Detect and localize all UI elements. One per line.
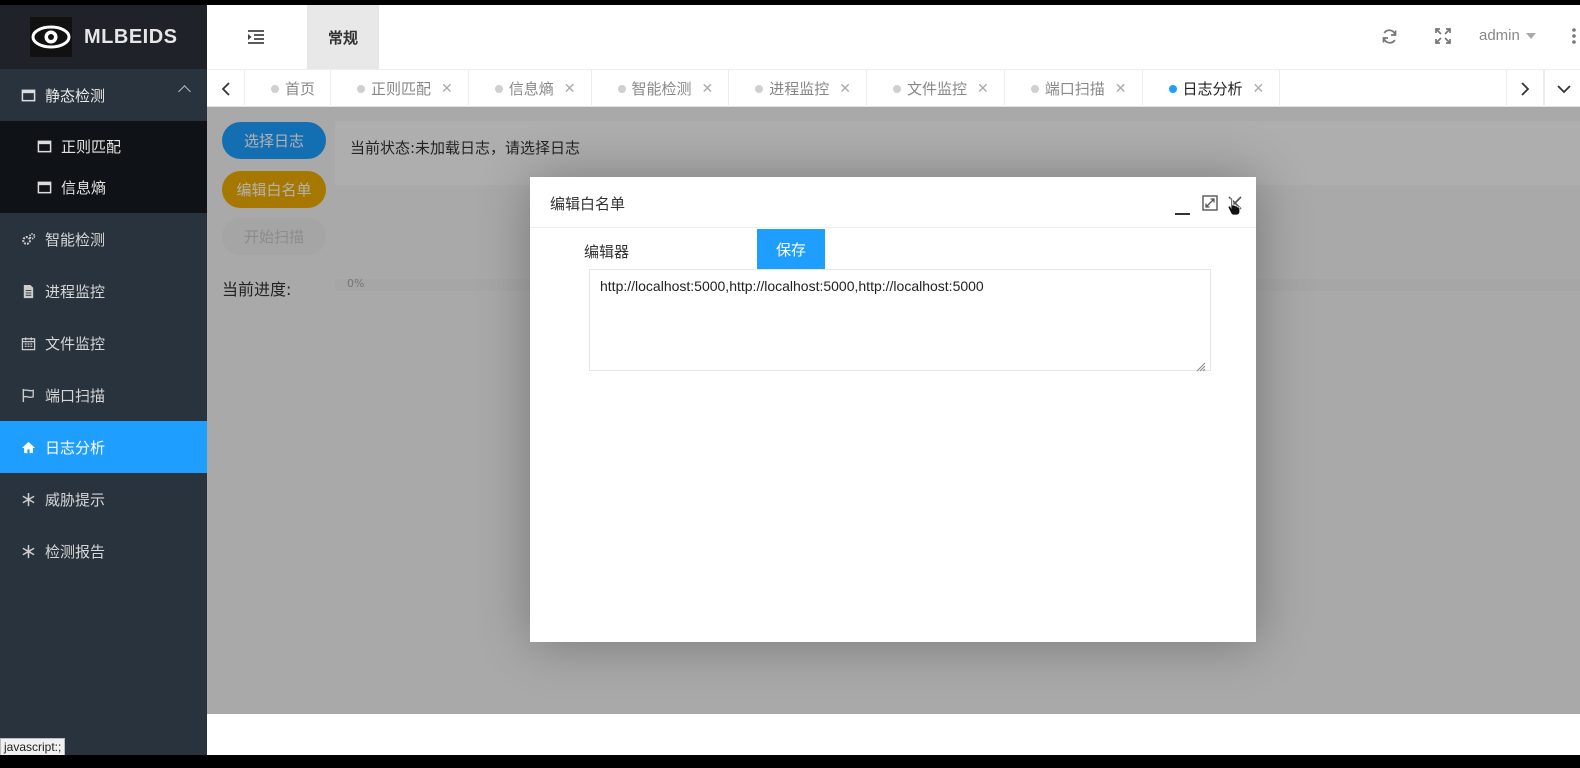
sidebar-item-label: 威胁提示 xyxy=(45,490,106,509)
whitelist-textarea[interactable]: http://localhost:5000,http://localhost:5… xyxy=(589,269,1211,371)
calendar-icon xyxy=(20,335,36,351)
tab-label: 端口扫描 xyxy=(1044,80,1105,98)
close-icon[interactable]: ✕ xyxy=(702,81,714,97)
eye-icon xyxy=(30,17,72,57)
tab-label: 正则匹配 xyxy=(371,80,432,98)
editor-label: 编辑器 xyxy=(584,243,630,261)
sidebar-item-detect-report[interactable]: 检测报告 xyxy=(0,525,207,577)
sidebar-item-process-monitor[interactable]: 进程监控 xyxy=(0,265,207,317)
snowflake-icon xyxy=(20,543,36,559)
window-icon xyxy=(20,87,36,103)
resize-grip-icon[interactable] xyxy=(1196,357,1206,376)
user-menu[interactable]: admin xyxy=(1479,27,1536,44)
tab-label: 首页 xyxy=(285,80,316,98)
gears-icon xyxy=(20,231,36,247)
close-icon[interactable]: ✕ xyxy=(977,81,989,97)
tab-process-monitor[interactable]: 进程监控 ✕ xyxy=(729,70,868,107)
close-icon[interactable]: ✕ xyxy=(1253,81,1265,97)
tab-dot xyxy=(494,85,503,93)
refresh-icon[interactable] xyxy=(1381,28,1398,49)
header-tab-general[interactable]: 常规 xyxy=(307,5,379,69)
whitelist-modal: 编辑白名单 编辑器 保存 http://localhost:5000,http:… xyxy=(530,177,1256,642)
tab-dot xyxy=(617,85,626,93)
tab-entropy[interactable]: 信息熵 ✕ xyxy=(469,70,592,107)
more-vertical-icon[interactable] xyxy=(1571,27,1577,49)
app-frame: MLBEIDS 静态检测 正则匹配 信息熵 智能检测 进程监控 文件监控 端口扫… xyxy=(0,5,1580,755)
sidebar-item-label: 日志分析 xyxy=(45,438,106,457)
tabs-prev-button[interactable] xyxy=(207,70,245,107)
save-button[interactable]: 保存 xyxy=(757,229,825,269)
sidebar-item-log-analysis[interactable]: 日志分析 xyxy=(0,421,207,473)
sidebar-item-label: 信息熵 xyxy=(61,179,107,197)
sidebar-submenu: 正则匹配 信息熵 xyxy=(0,121,207,213)
sidebar: MLBEIDS 静态检测 正则匹配 信息熵 智能检测 进程监控 文件监控 端口扫… xyxy=(0,5,207,755)
tab-dot xyxy=(1030,85,1039,93)
document-icon xyxy=(20,283,36,299)
close-icon[interactable]: ✕ xyxy=(1115,81,1127,97)
caret-down-icon xyxy=(1525,33,1536,40)
tab-log-analysis[interactable]: 日志分析 ✕ xyxy=(1143,70,1281,107)
sidebar-item-label: 正则匹配 xyxy=(61,138,122,156)
hand-cursor-icon xyxy=(1227,196,1241,220)
sidebar-item-regex[interactable]: 正则匹配 xyxy=(0,126,207,167)
tab-smart-detect[interactable]: 智能检测 ✕ xyxy=(592,70,730,107)
browser-status-bar: javascript:; xyxy=(0,738,66,755)
tab-dot xyxy=(1168,85,1177,93)
tab-dot xyxy=(755,85,764,93)
minimize-icon[interactable] xyxy=(1175,201,1190,220)
sidebar-item-entropy[interactable]: 信息熵 xyxy=(0,167,207,208)
tabs-dropdown-button[interactable] xyxy=(1544,70,1580,107)
tab-regex[interactable]: 正则匹配 ✕ xyxy=(331,70,469,107)
tab-home[interactable]: 首页 xyxy=(245,70,332,107)
tab-list: 首页 正则匹配 ✕ 信息熵 ✕ 智能检测 ✕ 进程监控 ✕ 文件监控 ✕ 端口扫描 ✕ 日志… xyxy=(245,70,1281,107)
tab-label: 日志分析 xyxy=(1182,80,1243,98)
user-name: admin xyxy=(1479,27,1520,44)
sidebar-item-threat-alert[interactable]: 威胁提示 xyxy=(0,473,207,525)
window-icon xyxy=(36,139,52,155)
sidebar-item-smart-detect[interactable]: 智能检测 xyxy=(0,213,207,265)
sidebar-item-label: 检测报告 xyxy=(45,542,106,561)
sidebar-group-static[interactable]: 静态检测 xyxy=(0,69,207,121)
sidebar-item-file-monitor[interactable]: 文件监控 xyxy=(0,317,207,369)
close-icon[interactable]: ✕ xyxy=(839,81,851,97)
sidebar-item-label: 端口扫描 xyxy=(45,386,106,405)
menu-toggle-icon[interactable] xyxy=(247,29,265,49)
modal-title: 编辑白名单 xyxy=(550,195,626,213)
footer xyxy=(207,714,1580,755)
tab-dot xyxy=(893,85,902,93)
window-icon xyxy=(36,180,52,196)
sidebar-item-label: 文件监控 xyxy=(45,334,106,353)
logo[interactable]: MLBEIDS xyxy=(0,5,207,69)
flag-icon xyxy=(20,387,36,403)
close-icon[interactable]: ✕ xyxy=(441,81,453,97)
tab-label: 智能检测 xyxy=(631,80,692,98)
tab-dot xyxy=(357,85,366,93)
maximize-icon[interactable] xyxy=(1202,195,1218,215)
fullscreen-icon[interactable] xyxy=(1435,28,1451,48)
tab-label: 信息熵 xyxy=(508,80,554,98)
tab-label: 文件监控 xyxy=(907,80,968,98)
modal-header[interactable]: 编辑白名单 xyxy=(530,177,1256,228)
close-icon[interactable]: ✕ xyxy=(564,81,576,97)
tabs-next-button[interactable] xyxy=(1506,70,1544,107)
home-icon xyxy=(20,439,36,455)
logo-text: MLBEIDS xyxy=(84,25,178,48)
tab-label: 进程监控 xyxy=(769,80,830,98)
chevron-up-icon xyxy=(178,85,191,98)
top-header: 常规 admin xyxy=(207,5,1580,69)
snowflake-icon xyxy=(20,491,36,507)
tabs-bar: 首页 正则匹配 ✕ 信息熵 ✕ 智能检测 ✕ 进程监控 ✕ 文件监控 ✕ 端口扫描 ✕ 日志… xyxy=(207,69,1580,107)
tab-dot xyxy=(271,85,279,93)
sidebar-item-port-scan[interactable]: 端口扫描 xyxy=(0,369,207,421)
tab-file-monitor[interactable]: 文件监控 ✕ xyxy=(867,70,1005,107)
sidebar-item-label: 进程监控 xyxy=(45,282,106,301)
sidebar-item-label: 智能检测 xyxy=(45,230,106,249)
sidebar-group-label: 静态检测 xyxy=(45,86,106,105)
tab-port-scan[interactable]: 端口扫描 ✕ xyxy=(1005,70,1143,107)
